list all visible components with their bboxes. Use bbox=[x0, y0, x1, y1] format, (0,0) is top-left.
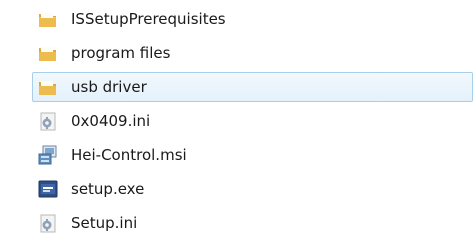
settings-file-icon bbox=[37, 212, 59, 234]
file-item-program-files[interactable]: program files bbox=[32, 38, 473, 68]
file-item-setup-ini[interactable]: Setup.ini bbox=[32, 208, 473, 238]
setup-exe-icon bbox=[37, 178, 59, 200]
file-item-name: ISSetupPrerequisites bbox=[71, 10, 226, 28]
file-item-usb-driver[interactable]: usb driver bbox=[32, 72, 473, 102]
file-item-name: usb driver bbox=[71, 78, 147, 96]
folder-icon bbox=[37, 76, 59, 98]
file-item-issetupprerequisites[interactable]: ISSetupPrerequisites bbox=[32, 4, 473, 34]
file-list: ISSetupPrerequisites program files usb d… bbox=[0, 0, 473, 240]
folder-icon bbox=[37, 8, 59, 30]
file-item-name: Hei-Control.msi bbox=[71, 146, 187, 164]
file-item-name: 0x0409.ini bbox=[71, 112, 151, 130]
installer-package-icon bbox=[37, 144, 59, 166]
file-item-name: setup.exe bbox=[71, 180, 145, 198]
file-item-hei-control-msi[interactable]: Hei-Control.msi bbox=[32, 140, 473, 170]
file-item-0x0409-ini[interactable]: 0x0409.ini bbox=[32, 106, 473, 136]
settings-file-icon bbox=[37, 110, 59, 132]
file-item-setup-exe[interactable]: setup.exe bbox=[32, 174, 473, 204]
folder-icon bbox=[37, 42, 59, 64]
file-item-name: program files bbox=[71, 44, 171, 62]
file-item-name: Setup.ini bbox=[71, 214, 138, 232]
